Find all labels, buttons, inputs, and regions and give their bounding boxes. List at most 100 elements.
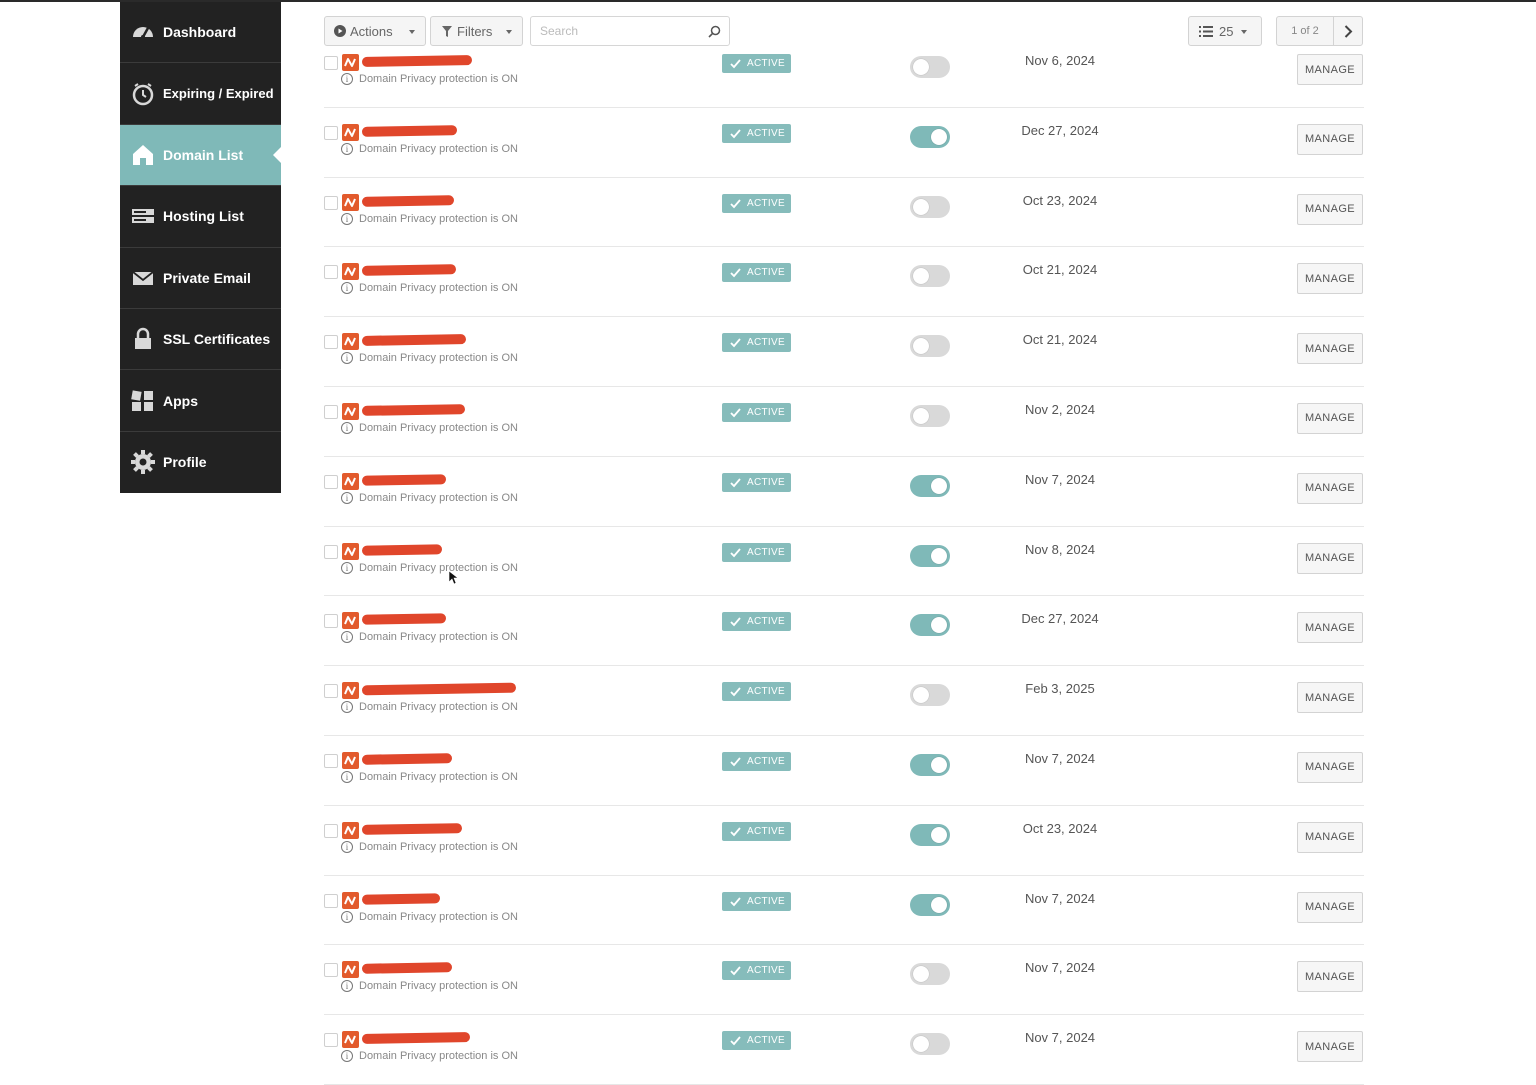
manage-button[interactable]: MANAGE xyxy=(1297,472,1363,504)
manage-button[interactable]: MANAGE xyxy=(1297,751,1363,783)
expiration-date: Nov 7, 2024 xyxy=(1024,960,1096,976)
redacted-domain-name[interactable] xyxy=(361,543,443,556)
row-checkbox[interactable] xyxy=(324,544,338,559)
privacy-text: Domain Privacy protection is ON xyxy=(359,491,518,504)
info-icon: i xyxy=(341,631,353,644)
privacy-text: Domain Privacy protection is ON xyxy=(359,282,518,295)
auto-renew-toggle[interactable] xyxy=(910,893,950,916)
row-checkbox[interactable] xyxy=(324,335,338,350)
auto-renew-toggle[interactable] xyxy=(910,1033,950,1056)
row-checkbox[interactable] xyxy=(324,614,338,629)
auto-renew-toggle[interactable] xyxy=(910,335,950,358)
row-checkbox[interactable] xyxy=(324,753,338,768)
sidebar-item-private-email[interactable]: Private Email xyxy=(120,248,281,309)
info-icon: i xyxy=(341,421,353,434)
expiration-date: Dec 27, 2024 xyxy=(1021,611,1099,627)
search-icon[interactable] xyxy=(708,25,721,38)
expiration-date: Nov 7, 2024 xyxy=(1024,1030,1096,1046)
actions-dropdown[interactable]: Actions xyxy=(324,16,426,46)
redacted-domain-name[interactable] xyxy=(361,753,453,765)
row-checkbox[interactable] xyxy=(324,404,338,419)
redacted-domain-name[interactable] xyxy=(361,474,447,486)
auto-renew-toggle[interactable] xyxy=(910,753,950,776)
redacted-domain-name[interactable] xyxy=(361,334,467,347)
redacted-domain-name[interactable] xyxy=(361,194,455,207)
auto-renew-toggle[interactable] xyxy=(910,404,950,427)
auto-renew-toggle[interactable] xyxy=(910,963,950,986)
row-checkbox[interactable] xyxy=(324,195,338,210)
manage-button[interactable]: MANAGE xyxy=(1297,333,1363,365)
auto-renew-toggle[interactable] xyxy=(910,823,950,846)
privacy-text: Domain Privacy protection is ON xyxy=(359,631,518,644)
manage-button[interactable]: MANAGE xyxy=(1297,961,1363,993)
redacted-domain-name[interactable] xyxy=(361,613,447,626)
list-icon xyxy=(1199,25,1213,37)
redacted-domain-name[interactable] xyxy=(361,124,458,137)
caret-down-icon xyxy=(506,30,512,34)
auto-renew-toggle[interactable] xyxy=(910,125,950,148)
registrar-logo-icon xyxy=(342,612,359,630)
manage-button[interactable]: MANAGE xyxy=(1297,263,1363,295)
auto-renew-toggle[interactable] xyxy=(910,195,950,218)
search-input[interactable] xyxy=(538,23,702,39)
row-checkbox[interactable] xyxy=(324,684,338,699)
table-row: i Domain Privacy protection is ON ACTIVE… xyxy=(324,596,1364,667)
privacy-text: Domain Privacy protection is ON xyxy=(359,142,518,155)
registrar-logo-icon xyxy=(342,821,359,839)
sidebar-item-domain-list[interactable]: Domain List xyxy=(120,124,281,187)
manage-button[interactable]: MANAGE xyxy=(1297,891,1363,923)
manage-button[interactable]: MANAGE xyxy=(1297,123,1363,155)
sidebar-item-ssl-certificates[interactable]: SSL Certificates xyxy=(120,309,281,371)
redacted-domain-name[interactable] xyxy=(361,404,466,416)
auto-renew-toggle[interactable] xyxy=(910,474,950,497)
manage-button[interactable]: MANAGE xyxy=(1297,542,1363,574)
row-checkbox[interactable] xyxy=(324,963,338,978)
row-checkbox[interactable] xyxy=(324,125,338,140)
status-badge: ACTIVE xyxy=(722,961,791,981)
sidebar-item-profile[interactable]: Profile xyxy=(120,432,281,493)
manage-button[interactable]: MANAGE xyxy=(1297,193,1363,225)
row-checkbox[interactable] xyxy=(324,474,338,489)
row-checkbox[interactable] xyxy=(324,265,338,280)
sidebar-item-apps[interactable]: Apps xyxy=(120,370,281,432)
manage-button[interactable]: MANAGE xyxy=(1297,682,1363,714)
redacted-domain-name[interactable] xyxy=(361,892,441,905)
privacy-text: Domain Privacy protection is ON xyxy=(359,1050,518,1063)
redacted-domain-name[interactable] xyxy=(361,264,457,277)
auto-renew-toggle[interactable] xyxy=(910,614,950,637)
manage-button[interactable]: MANAGE xyxy=(1297,821,1363,853)
per-page-dropdown[interactable]: 25 xyxy=(1188,16,1262,46)
toggle-knob xyxy=(931,756,947,773)
redacted-domain-name[interactable] xyxy=(361,962,453,975)
row-checkbox[interactable] xyxy=(324,823,338,838)
info-icon: i xyxy=(341,910,353,923)
manage-button[interactable]: MANAGE xyxy=(1297,612,1363,644)
row-checkbox[interactable] xyxy=(324,1033,338,1048)
checkmark-icon xyxy=(730,129,741,139)
info-icon: i xyxy=(341,1050,353,1063)
manage-button[interactable]: MANAGE xyxy=(1297,402,1363,434)
redacted-domain-name[interactable] xyxy=(361,1032,471,1045)
status-badge: ACTIVE xyxy=(722,472,791,492)
manage-button[interactable]: MANAGE xyxy=(1297,1031,1363,1063)
mouse-cursor-icon xyxy=(449,571,459,585)
auto-renew-toggle[interactable] xyxy=(910,265,950,288)
redacted-domain-name[interactable] xyxy=(361,822,463,835)
expiration-date: Oct 23, 2024 xyxy=(1022,192,1098,208)
sidebar-item-hosting-list[interactable]: Hosting List xyxy=(120,186,281,248)
next-page-button[interactable] xyxy=(1333,17,1363,45)
privacy-text: Domain Privacy protection is ON xyxy=(359,561,518,574)
redacted-domain-name[interactable] xyxy=(361,682,517,696)
clock-icon xyxy=(130,81,156,107)
privacy-status: i Domain Privacy protection is ON xyxy=(341,73,518,85)
row-checkbox[interactable] xyxy=(324,893,338,908)
auto-renew-toggle[interactable] xyxy=(910,544,950,567)
sidebar-item-label: SSL Certificates xyxy=(163,331,271,348)
auto-renew-toggle[interactable] xyxy=(910,684,950,707)
apps-grid-icon xyxy=(130,388,156,414)
sidebar-item-expiring[interactable]: Expiring / Expired xyxy=(120,63,281,125)
filters-dropdown[interactable]: Filters xyxy=(430,16,523,46)
table-row: i Domain Privacy protection is ON ACTIVE… xyxy=(324,876,1364,946)
status-text: ACTIVE xyxy=(747,127,785,139)
status-text: ACTIVE xyxy=(747,1035,785,1047)
